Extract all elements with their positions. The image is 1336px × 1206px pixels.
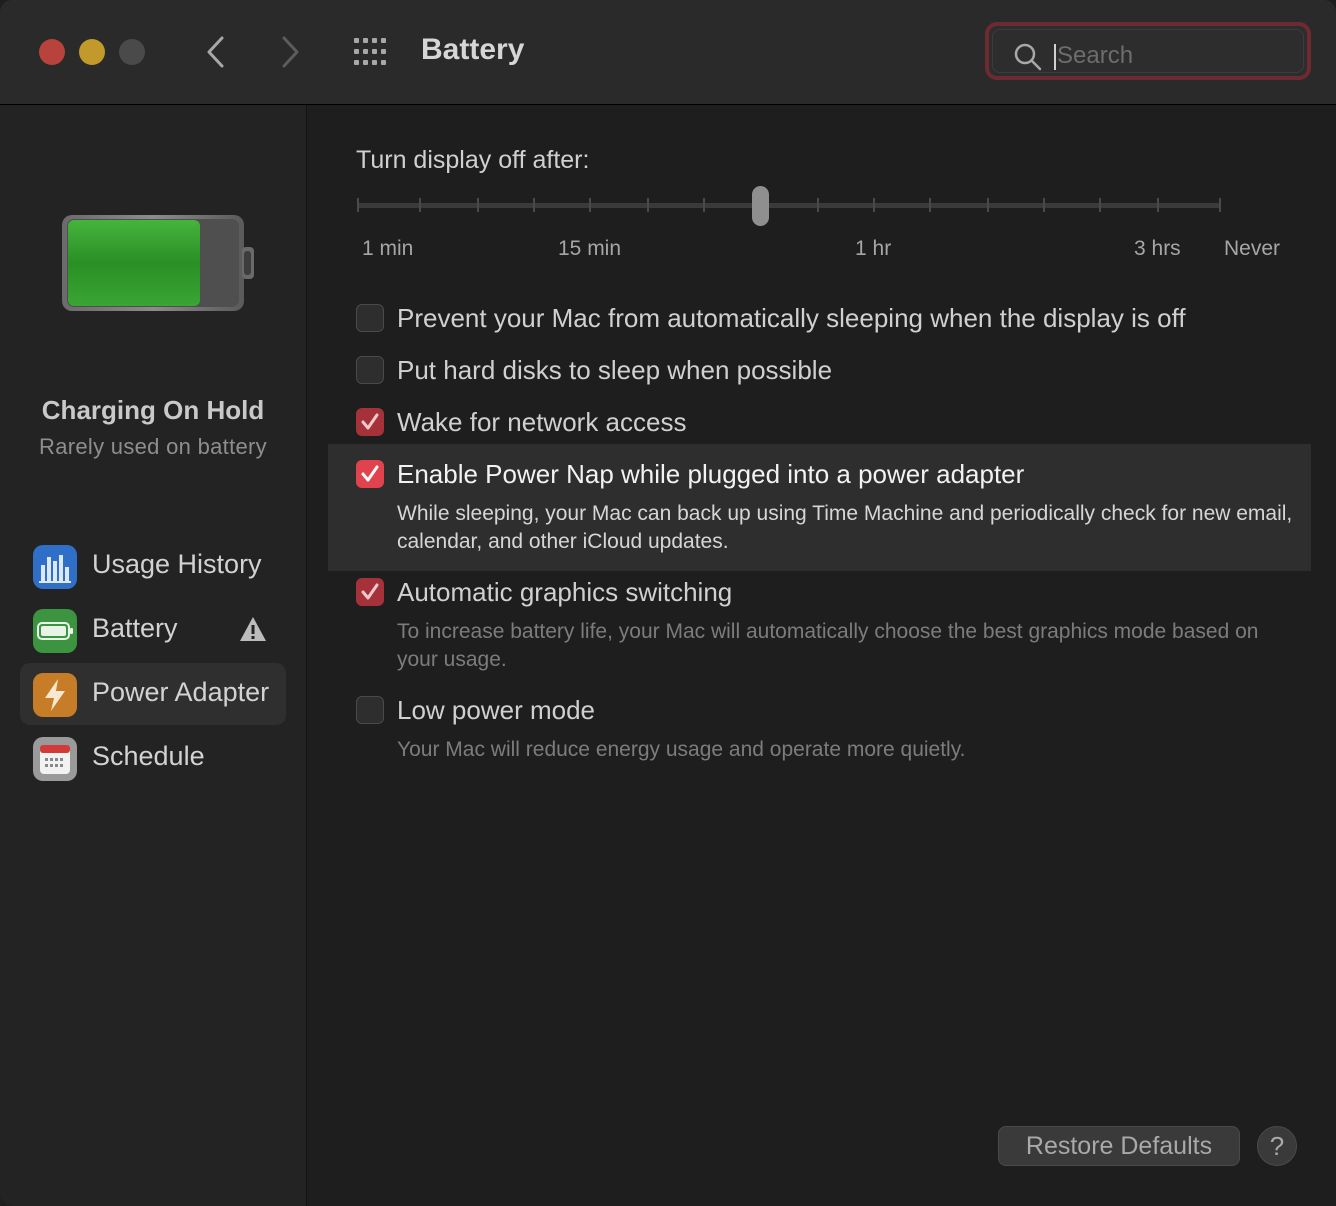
- option-prevent-sleep: Prevent your Mac from automatically slee…: [328, 300, 1311, 340]
- sidebar-item-label: Power Adapter: [92, 677, 270, 707]
- slider-tick: [589, 198, 591, 212]
- tick-label-never: Never: [1224, 237, 1281, 260]
- sidebar-item-schedule[interactable]: Schedule: [20, 727, 286, 789]
- option-low-power-mode: Low power mode Your Mac will reduce ener…: [328, 692, 1311, 768]
- option-hard-disk-sleep: Put hard disks to sleep when possible: [328, 352, 1311, 392]
- checkmark-icon: [361, 583, 379, 600]
- slider-tick: [1219, 198, 1221, 212]
- slider-tick: [929, 198, 931, 212]
- sidebar: Charging On Hold Rarely used on battery …: [0, 105, 307, 1206]
- slider-tick: [987, 198, 989, 212]
- slider-tick: [533, 198, 535, 212]
- tick-label-15-min: 15 min: [558, 237, 622, 260]
- sidebar-item-label: Usage History: [92, 549, 262, 579]
- option-label: Low power mode: [397, 695, 595, 725]
- option-label: Put hard disks to sleep when possible: [397, 355, 833, 385]
- battery-status-icon: [58, 213, 258, 318]
- tick-label-1-hr: 1 hr: [855, 237, 892, 260]
- graphics-switching-checkbox[interactable]: [356, 578, 384, 606]
- slider-tick: [817, 198, 819, 212]
- toolbar: Battery: [0, 0, 1336, 105]
- option-label: Wake for network access: [397, 407, 687, 437]
- chevron-left-icon: [207, 36, 224, 68]
- battery-status-title: Charging On Hold: [41, 395, 265, 425]
- calendar-icon: [33, 737, 77, 781]
- battery-status-subtitle: Rarely used on battery: [39, 434, 267, 459]
- restore-defaults-button[interactable]: Restore Defaults: [998, 1126, 1240, 1166]
- sidebar-item-label: Battery: [92, 613, 178, 643]
- close-button[interactable]: [39, 39, 65, 65]
- slider-tick: [873, 198, 875, 212]
- checkmark-icon: [361, 413, 379, 430]
- lightning-icon: [33, 673, 77, 717]
- checkmark-icon: [361, 465, 379, 482]
- system-preferences-window: Battery Search Charging On Hold Rarely u…: [0, 0, 1336, 1206]
- search-field-frame: [992, 29, 1304, 74]
- sidebar-item-power-adapter[interactable]: Power Adapter: [20, 663, 286, 725]
- option-label: Enable Power Nap while plugged into a po…: [397, 459, 1025, 489]
- battery-icon: [33, 609, 77, 653]
- grid-icon: [354, 38, 386, 65]
- option-graphics-switching: Automatic graphics switching To increase…: [328, 574, 1311, 674]
- sidebar-item-label: Schedule: [92, 741, 205, 771]
- tick-label-1-min: 1 min: [362, 237, 414, 260]
- slider-tick: [419, 198, 421, 212]
- wake-network-checkbox[interactable]: [356, 408, 384, 436]
- option-wake-network: Wake for network access: [328, 404, 1311, 444]
- zoom-button[interactable]: [119, 39, 145, 65]
- slider-tick: [647, 198, 649, 212]
- option-label: Prevent your Mac from automatically slee…: [397, 303, 1186, 333]
- slider-tick: [1157, 198, 1159, 212]
- option-description: While sleeping, your Mac can back up usi…: [397, 502, 1293, 553]
- option-label: Automatic graphics switching: [397, 577, 733, 607]
- sidebar-item-battery[interactable]: Battery: [20, 599, 286, 661]
- forward-button[interactable]: [270, 30, 310, 74]
- slider-tick: [1099, 198, 1101, 212]
- display-sleep-slider[interactable]: [357, 203, 1221, 208]
- power-nap-checkbox[interactable]: [356, 460, 384, 488]
- slider-tick: [1043, 198, 1045, 212]
- display-sleep-label: Turn display off after:: [356, 146, 590, 174]
- slider-tick: [477, 198, 479, 212]
- option-description: Your Mac will reduce energy usage and op…: [397, 738, 966, 761]
- chevron-right-icon: [282, 36, 299, 68]
- tick-label-3-hrs: 3 hrs: [1134, 237, 1181, 260]
- option-description: To increase battery life, your Mac will …: [397, 620, 1259, 671]
- back-button[interactable]: [196, 30, 236, 74]
- slider-tick: [357, 198, 359, 212]
- search-icon: [1014, 43, 1042, 71]
- warning-icon: [240, 617, 266, 641]
- hard-disk-sleep-checkbox[interactable]: [356, 356, 384, 384]
- slider-tick: [703, 198, 705, 212]
- minimize-button[interactable]: [79, 39, 105, 65]
- sidebar-item-usage-history[interactable]: Usage History: [20, 535, 286, 597]
- search-field[interactable]: [985, 22, 1311, 80]
- slider-thumb[interactable]: [752, 186, 769, 226]
- prevent-sleep-checkbox[interactable]: [356, 304, 384, 332]
- show-all-button[interactable]: [352, 36, 392, 68]
- low-power-mode-checkbox[interactable]: [356, 696, 384, 724]
- window-title: Battery: [421, 33, 525, 66]
- help-button[interactable]: ?: [1257, 1126, 1297, 1166]
- bar-chart-icon: [33, 545, 77, 589]
- search-input[interactable]: [1055, 38, 1279, 74]
- option-power-nap: Enable Power Nap while plugged into a po…: [328, 444, 1311, 571]
